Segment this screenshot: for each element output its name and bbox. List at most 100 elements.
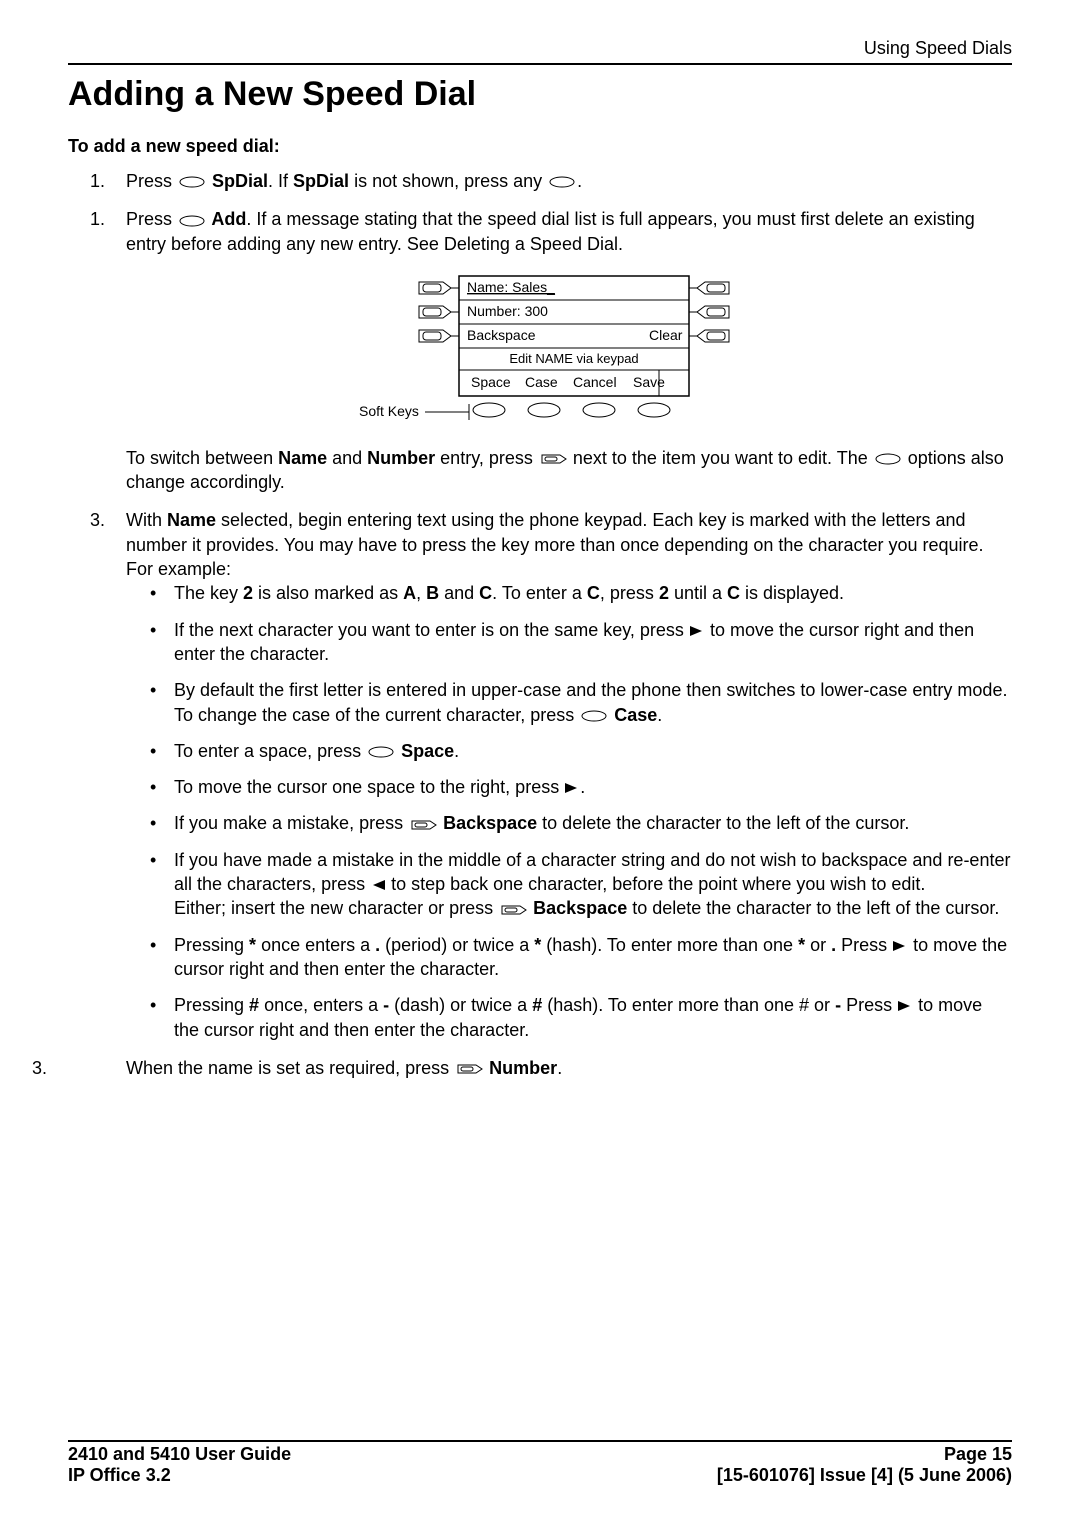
key: 2 xyxy=(659,583,669,603)
text: To switch between xyxy=(126,448,278,468)
text: or xyxy=(805,935,831,955)
label: SpDial xyxy=(293,171,349,191)
key: * xyxy=(249,935,256,955)
text: (hash). To enter more than one # or xyxy=(542,995,835,1015)
text: to step back one character, before the p… xyxy=(386,874,925,894)
softkey-label: SpDial xyxy=(207,171,268,191)
text: . xyxy=(454,741,459,761)
text: once, enters a xyxy=(259,995,383,1015)
page-footer: 2410 and 5410 User Guide IP Office 3.2 P… xyxy=(68,1440,1012,1486)
text: . xyxy=(557,1058,562,1078)
svg-text:Save: Save xyxy=(633,374,665,390)
step-3: 3. With Name selected, begin entering te… xyxy=(126,508,1012,1041)
key: B xyxy=(426,583,439,603)
key: 2 xyxy=(243,583,253,603)
key: A xyxy=(403,583,416,603)
step-1: 1. Press SpDial. If SpDial is not shown,… xyxy=(126,169,1012,193)
text: is displayed. xyxy=(740,583,844,603)
text: If you make a mistake, press xyxy=(174,813,408,833)
right-arrow-icon xyxy=(690,625,704,637)
text: (period) or twice a xyxy=(380,935,534,955)
text: If the next character you want to enter … xyxy=(174,620,689,640)
footer-guide-title: 2410 and 5410 User Guide xyxy=(68,1444,291,1464)
svg-text:Backspace: Backspace xyxy=(467,327,536,343)
text: (hash). To enter more than one xyxy=(541,935,798,955)
softkey-label: Case xyxy=(609,705,657,725)
softkey-icon xyxy=(368,746,394,758)
text: , press xyxy=(600,583,659,603)
text: Pressing xyxy=(174,935,249,955)
list-item: If you make a mistake, press Backspace t… xyxy=(174,811,1012,835)
list-item: The key 2 is also marked as A, B and C. … xyxy=(174,581,1012,605)
text: . If xyxy=(268,171,293,191)
softkey-icon xyxy=(549,176,575,188)
label: Name xyxy=(278,448,327,468)
step-2: 1. Press Add. If a message stating that … xyxy=(126,207,1012,494)
list-item: If you have made a mistake in the middle… xyxy=(174,848,1012,921)
softkey-label: Backspace xyxy=(438,813,537,833)
svg-text:Cancel: Cancel xyxy=(573,374,617,390)
main-steps: 1. Press SpDial. If SpDial is not shown,… xyxy=(68,169,1012,1080)
key: # xyxy=(532,995,542,1015)
display-key-icon xyxy=(456,1063,482,1075)
softkey-label: Space xyxy=(396,741,454,761)
step-number: 3. xyxy=(32,1056,47,1080)
text: (dash) or twice a xyxy=(389,995,532,1015)
text: . xyxy=(580,777,585,797)
text: Press xyxy=(841,995,897,1015)
svg-text:Case: Case xyxy=(525,374,558,390)
left-arrow-icon xyxy=(371,879,385,891)
text: is also marked as xyxy=(253,583,403,603)
text: Pressing xyxy=(174,995,249,1015)
label: Number xyxy=(367,448,435,468)
bullet-list: The key 2 is also marked as A, B and C. … xyxy=(126,581,1012,1041)
svg-text:Name: Sales_: Name: Sales_ xyxy=(467,279,555,295)
text: until a xyxy=(669,583,727,603)
right-arrow-icon xyxy=(893,940,907,952)
text: selected, begin entering text using the … xyxy=(126,510,984,579)
text: . If a message stating that the speed di… xyxy=(126,209,975,253)
text: Press xyxy=(126,209,177,229)
text: to delete the character to the left of t… xyxy=(627,898,999,918)
text: is not shown, press any xyxy=(349,171,547,191)
text: Either; insert the new character or pres… xyxy=(174,898,498,918)
list-item: Pressing # once, enters a - (dash) or tw… xyxy=(174,993,1012,1042)
softkey-label: Backspace xyxy=(528,898,627,918)
display-key-icon xyxy=(410,819,436,831)
text: entry, press xyxy=(435,448,538,468)
running-header: Using Speed Dials xyxy=(68,38,1012,59)
header-divider xyxy=(68,63,1012,65)
list-item: To move the cursor one space to the righ… xyxy=(174,775,1012,799)
footer-page-number: Page 15 xyxy=(944,1444,1012,1464)
text: When the name is set as required, press xyxy=(126,1058,454,1078)
softkey-label: Add xyxy=(207,209,246,229)
text: once enters a xyxy=(256,935,375,955)
display-key-icon xyxy=(540,453,566,465)
softkey-icon xyxy=(179,176,205,188)
text: To move the cursor one space to the righ… xyxy=(174,777,564,797)
footer-product: IP Office 3.2 xyxy=(68,1465,171,1485)
text: . To enter a xyxy=(492,583,587,603)
list-item: By default the first letter is entered i… xyxy=(174,678,1012,727)
switch-text: To switch between Name and Number entry,… xyxy=(126,446,1012,495)
phone-display-diagram: Name: Sales_ Number: 300 Backspace Clear… xyxy=(349,270,789,430)
text: and xyxy=(327,448,367,468)
list-item: To enter a space, press Space. xyxy=(174,739,1012,763)
footer-divider xyxy=(68,1440,1012,1442)
svg-text:Soft Keys: Soft Keys xyxy=(359,403,419,419)
text: next to the item you want to edit. The xyxy=(568,448,873,468)
text: To enter a space, press xyxy=(174,741,366,761)
key: # xyxy=(249,995,259,1015)
text: Press xyxy=(836,935,892,955)
text: and xyxy=(439,583,479,603)
key: C xyxy=(587,583,600,603)
key: C xyxy=(479,583,492,603)
step-number: 1. xyxy=(90,207,105,231)
text: , xyxy=(416,583,426,603)
right-arrow-icon xyxy=(898,1000,912,1012)
step-number: 1. xyxy=(90,169,105,193)
list-item: Pressing * once enters a . (period) or t… xyxy=(174,933,1012,982)
list-item: If the next character you want to enter … xyxy=(174,618,1012,667)
text: With xyxy=(126,510,167,530)
page-title: Adding a New Speed Dial xyxy=(68,75,1012,114)
